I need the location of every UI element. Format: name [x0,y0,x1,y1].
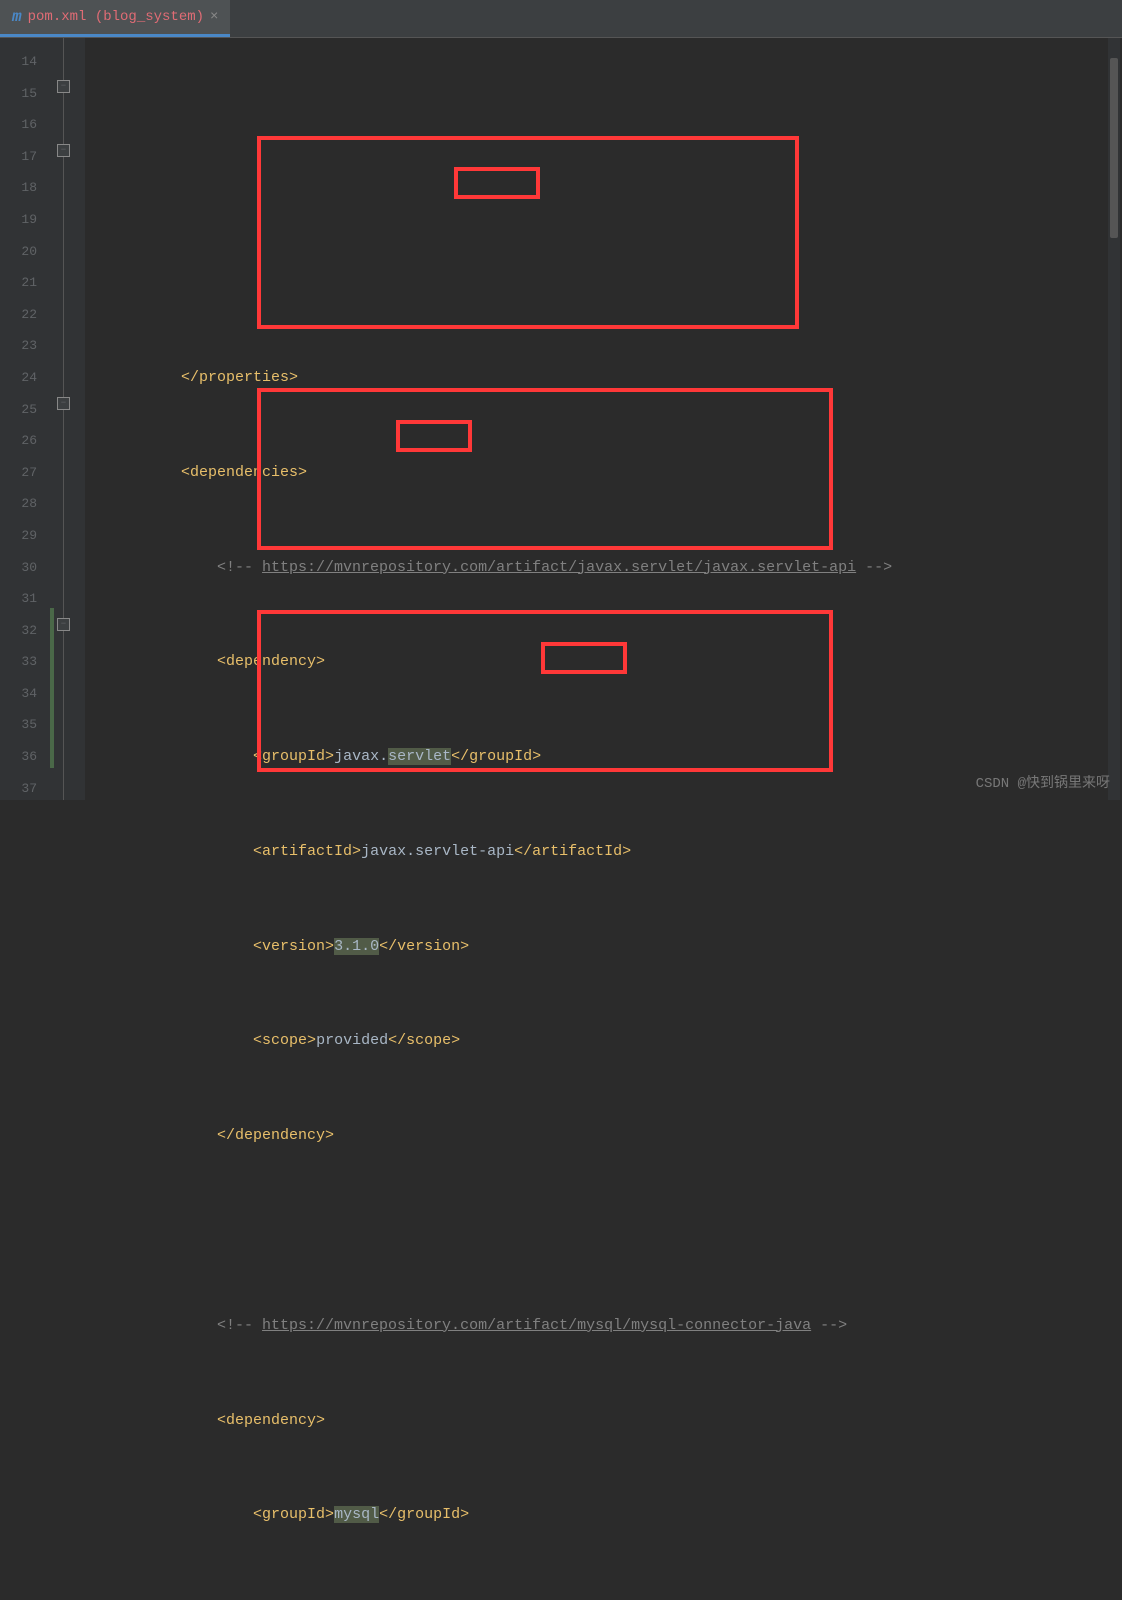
line-number: 35 [0,709,37,741]
line-number: 28 [0,488,37,520]
line-number: 33 [0,646,37,678]
line-number: 29 [0,520,37,552]
fold-toggle[interactable]: − [57,80,70,93]
line-number: 23 [0,330,37,362]
close-icon[interactable]: × [210,9,218,25]
line-number: 31 [0,583,37,615]
line-number: 20 [0,236,37,268]
tab-filename: pom.xml (blog_system) [28,9,204,25]
editor-tabs: m pom.xml (blog_system) × [0,0,1122,38]
line-number: 27 [0,457,37,489]
line-number: 16 [0,109,37,141]
code-line: <artifactId>mysql-connector-java</artifa… [85,1594,1122,1600]
line-number: 18 [0,172,37,204]
fold-column: − − − − [55,38,85,800]
line-number: 26 [0,425,37,457]
line-number: 36 [0,741,37,773]
fold-toggle[interactable]: − [57,397,70,410]
code-line: <dependency> [85,1405,1122,1437]
tab-pom-xml[interactable]: m pom.xml (blog_system) × [0,0,230,37]
code-line: <groupId>mysql</groupId> [85,1499,1122,1531]
annotation-box-mysql-word [396,420,472,452]
code-line: <groupId>javax.servlet</groupId> [85,741,1122,773]
annotation-box-servlet-word [454,167,540,199]
line-number: 25 [0,394,37,426]
line-number: 19 [0,204,37,236]
code-line [85,1215,1122,1247]
code-line: <artifactId>javax.servlet-api</artifactI… [85,836,1122,868]
fold-toggle[interactable]: − [57,618,70,631]
line-number: 22 [0,299,37,331]
line-number-gutter: 14 15 16 17 18 19 20 21 22 23 24 25 26 2… [0,38,55,800]
code-line: <!-- https://mvnrepository.com/artifact/… [85,552,1122,584]
code-line: <dependency> [85,646,1122,678]
code-line: <scope>provided</scope> [85,1025,1122,1057]
code-line: </dependency> [85,1120,1122,1152]
code-line: <dependencies> [85,457,1122,489]
code-line: <!-- https://mvnrepository.com/artifact/… [85,1310,1122,1342]
line-number: 21 [0,267,37,299]
line-number: 32 [0,615,37,647]
line-number: 34 [0,678,37,710]
line-number: 24 [0,362,37,394]
vcs-change-marker [50,608,54,768]
line-number: 14 [0,46,37,78]
code-editor[interactable]: 14 15 16 17 18 19 20 21 22 23 24 25 26 2… [0,38,1122,800]
code-line: </properties> [85,362,1122,394]
line-number: 17 [0,141,37,173]
code-content[interactable]: </properties> <dependencies> <!-- https:… [85,38,1122,800]
annotation-box-servlet [257,136,799,329]
line-number: 15 [0,78,37,110]
vertical-scrollbar[interactable] [1108,38,1120,800]
fold-toggle[interactable]: − [57,144,70,157]
code-line: <version>3.1.0</version> [85,931,1122,963]
scrollbar-thumb[interactable] [1110,58,1118,238]
watermark-text: CSDN @快到锅里来呀 [976,772,1110,792]
line-number: 30 [0,552,37,584]
maven-icon: m [12,8,22,26]
